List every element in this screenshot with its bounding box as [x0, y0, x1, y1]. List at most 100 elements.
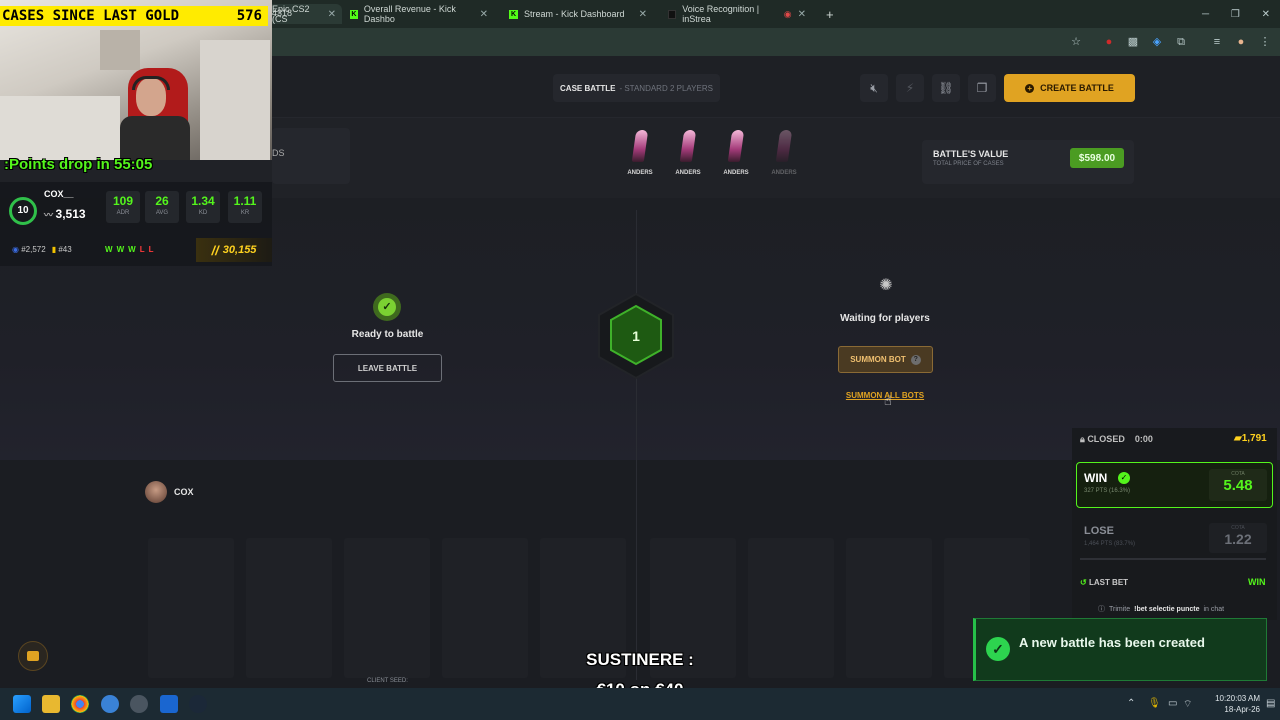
waiting-status: Waiting for players	[840, 313, 930, 324]
left-info-slot: DS	[272, 128, 350, 184]
close-icon[interactable]: ✕	[328, 9, 336, 20]
counter-label: CASES SINCE LAST GOLD	[2, 8, 180, 24]
lose-points: 1,464 PTS (83.7%)	[1084, 541, 1136, 547]
extension-icon[interactable]: ◈	[1150, 35, 1164, 49]
case-item[interactable]: ANDERS	[764, 130, 804, 180]
client-seed-label: CLIENT SEED:	[367, 678, 408, 684]
app-icon[interactable]	[101, 695, 119, 713]
stat-label: ADR	[116, 210, 130, 216]
help-icon[interactable]: ?	[910, 354, 921, 365]
win-points: 327 PTS (16.3%)	[1084, 488, 1131, 494]
slash-icon: //	[211, 242, 219, 258]
maximize-icon[interactable]: ❐	[1231, 9, 1240, 20]
leave-battle-button[interactable]: LEAVE BATTLE	[333, 354, 442, 382]
win-label: WIN	[1084, 471, 1108, 485]
plus-circle-icon: +	[1025, 83, 1035, 93]
puzzle-icon[interactable]: ⧉	[1174, 35, 1188, 49]
stat-adr: 109 ADR	[106, 191, 140, 223]
lose-label[interactable]: LOSE	[1084, 525, 1114, 537]
battle-value-amount: $598.00	[1070, 148, 1124, 168]
kick-icon: K	[350, 9, 358, 19]
case-item[interactable]: ANDERS	[668, 130, 708, 180]
chrome-icon[interactable]	[71, 695, 89, 713]
copy-button[interactable]: ❐	[968, 74, 996, 102]
item-slot	[442, 538, 528, 678]
win-odds: COTA 5.48	[1209, 469, 1267, 501]
create-battle-button[interactable]: + CREATE BATTLE	[1004, 74, 1135, 102]
stat-value: 1.11	[233, 194, 257, 208]
knife-icon	[631, 130, 649, 162]
form-result: W	[128, 245, 136, 254]
instream-icon	[668, 9, 677, 19]
summon-bot-button[interactable]: SUMMON BOT ?	[838, 346, 933, 373]
tab-voice-recognition[interactable]: Voice Recognition | inStrea ◉ ✕	[662, 4, 812, 24]
window-controls: ─ ❐ ✕	[1196, 4, 1276, 24]
counter-value: 576	[236, 8, 262, 24]
menu-icon[interactable]: ⋮	[1258, 35, 1272, 49]
steam-icon[interactable]	[189, 695, 207, 713]
form-result: L	[139, 245, 145, 254]
item-slot	[148, 538, 234, 678]
close-icon[interactable]: ✕	[480, 9, 488, 20]
lightning-icon: ⚡︎	[905, 81, 915, 95]
playlist-icon[interactable]: ≡	[1210, 35, 1224, 49]
case-item[interactable]: ANDERS	[620, 130, 660, 180]
item-slot	[846, 538, 932, 678]
new-tab-button[interactable]: +	[820, 4, 840, 24]
stat-kr: 1.11 KR	[228, 191, 262, 223]
extension-icon[interactable]: ●	[1102, 35, 1116, 49]
item-slot	[748, 538, 834, 678]
settings-icon[interactable]	[130, 695, 148, 713]
create-battle-label: CREATE BATTLE	[1040, 83, 1114, 93]
network-icon[interactable]: ⌔	[1183, 698, 1192, 711]
player-name: COX	[174, 487, 194, 497]
extension-icon[interactable]: ▩	[1126, 35, 1140, 49]
ro-flag-icon: ▮	[51, 245, 57, 254]
file-explorer-icon[interactable]	[42, 695, 60, 713]
chevron-up-icon[interactable]: ⌃	[1127, 698, 1135, 709]
odds-value: 1.22	[1224, 531, 1252, 547]
recording-icon: ◉	[783, 8, 792, 19]
minimize-icon[interactable]: ─	[1202, 9, 1209, 20]
plus-icon: +	[826, 6, 834, 22]
close-window-icon[interactable]: ✕	[1262, 9, 1270, 20]
stat-value: 109	[112, 194, 134, 208]
system-clock[interactable]: 10:20:03 AM 18-Apr-26	[1200, 693, 1260, 715]
hint-suffix: in chat	[1203, 605, 1225, 613]
fast-mode-button[interactable]: ⚡︎	[896, 74, 924, 102]
loading-spinner-icon: ✺	[879, 277, 893, 294]
chat-button[interactable]	[18, 641, 48, 671]
support-title: SUSTINERE :	[586, 650, 694, 669]
ready-indicator: ✓	[373, 293, 401, 321]
last-bet: ↺ LAST BET	[1080, 578, 1128, 587]
link-icon: ⛓︎	[938, 81, 954, 95]
close-icon[interactable]: ✕	[798, 9, 806, 20]
player-divider	[636, 210, 637, 680]
check-icon: ✓	[378, 298, 396, 316]
mute-button[interactable]: 🔇︎	[860, 74, 888, 102]
prediction-timer: 0:00	[1134, 434, 1153, 444]
tab-stream-dashboard[interactable]: K Stream - Kick Dashboard ✕	[503, 4, 653, 24]
stat-avg: 26 AVG	[145, 191, 179, 223]
url-field[interactable]: 4318	[272, 8, 292, 18]
case-label: ANDERS	[771, 170, 797, 176]
points-drop-timer: :Points drop in 55:05	[4, 156, 153, 173]
app-icon[interactable]	[160, 695, 178, 713]
elo-value: 3,513	[55, 207, 86, 221]
summon-bot-label: SUMMON BOT	[850, 355, 906, 364]
lose-odds: COTA 1.22	[1209, 523, 1267, 553]
case-item[interactable]: ANDERS	[716, 130, 756, 180]
coin-icon: ▰	[1234, 433, 1242, 444]
battle-value-subtitle: TOTAL PRICE OF CASES	[933, 161, 1004, 167]
copy-link-button[interactable]: ⛓︎	[932, 74, 960, 102]
mode-detail: - STANDARD 2 PLAYERS	[619, 83, 713, 93]
speaker-muted-icon: 🔇︎	[870, 80, 878, 95]
tab-overall-revenue[interactable]: K Overall Revenue - Kick Dashbo ✕	[344, 4, 494, 24]
avatar-icon[interactable]: ●	[1234, 35, 1248, 49]
notification-icon[interactable]: ▤	[1266, 698, 1275, 709]
microphone-icon[interactable]: 🎙︎	[1148, 698, 1161, 709]
windows-start-icon[interactable]	[13, 695, 31, 713]
display-icon[interactable]: ▭	[1168, 698, 1177, 709]
close-icon[interactable]: ✕	[639, 9, 647, 20]
star-icon[interactable]: ☆	[1069, 35, 1083, 49]
